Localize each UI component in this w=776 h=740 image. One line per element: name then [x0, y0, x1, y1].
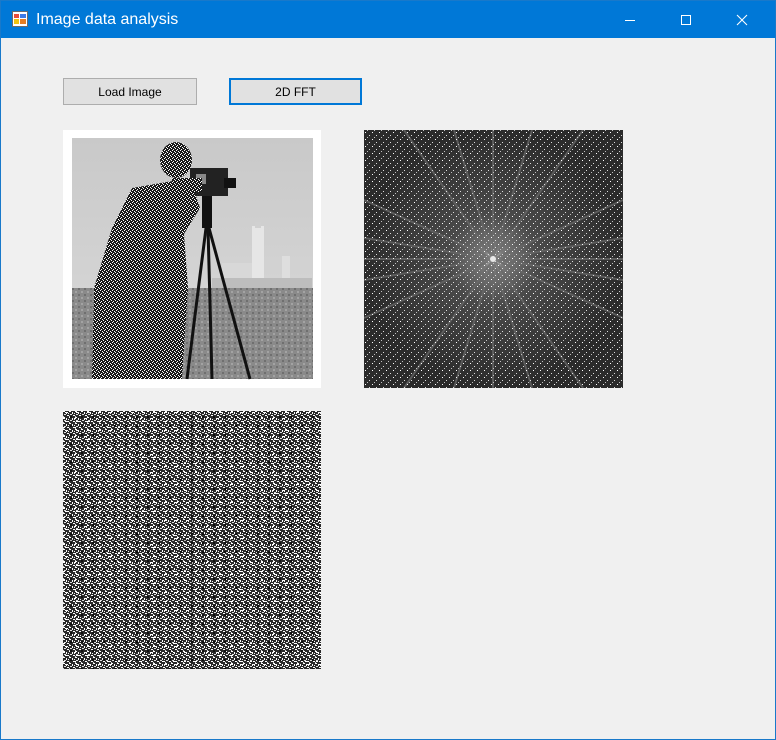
client-area: Load Image 2D FFT [1, 38, 775, 739]
fft-phase-box [63, 411, 321, 669]
minimize-button[interactable] [607, 1, 653, 38]
fft-magnitude-spectrum [364, 130, 623, 388]
load-image-button[interactable]: Load Image [63, 78, 197, 105]
app-icon [12, 11, 28, 27]
main-window: Image data analysis Load Image 2D FFT [0, 0, 776, 740]
window-title: Image data analysis [36, 11, 179, 28]
minimize-icon [625, 19, 635, 21]
original-image-box [63, 130, 321, 388]
close-icon [736, 14, 748, 25]
fft-button[interactable]: 2D FFT [229, 78, 362, 105]
maximize-button[interactable] [663, 1, 709, 38]
fft-phase-noise [63, 411, 321, 669]
maximize-icon [681, 14, 691, 25]
cameraman-photo [63, 130, 321, 388]
fft-spectrum-box [364, 130, 623, 388]
close-button[interactable] [719, 1, 765, 38]
title-bar[interactable]: Image data analysis [1, 1, 775, 38]
